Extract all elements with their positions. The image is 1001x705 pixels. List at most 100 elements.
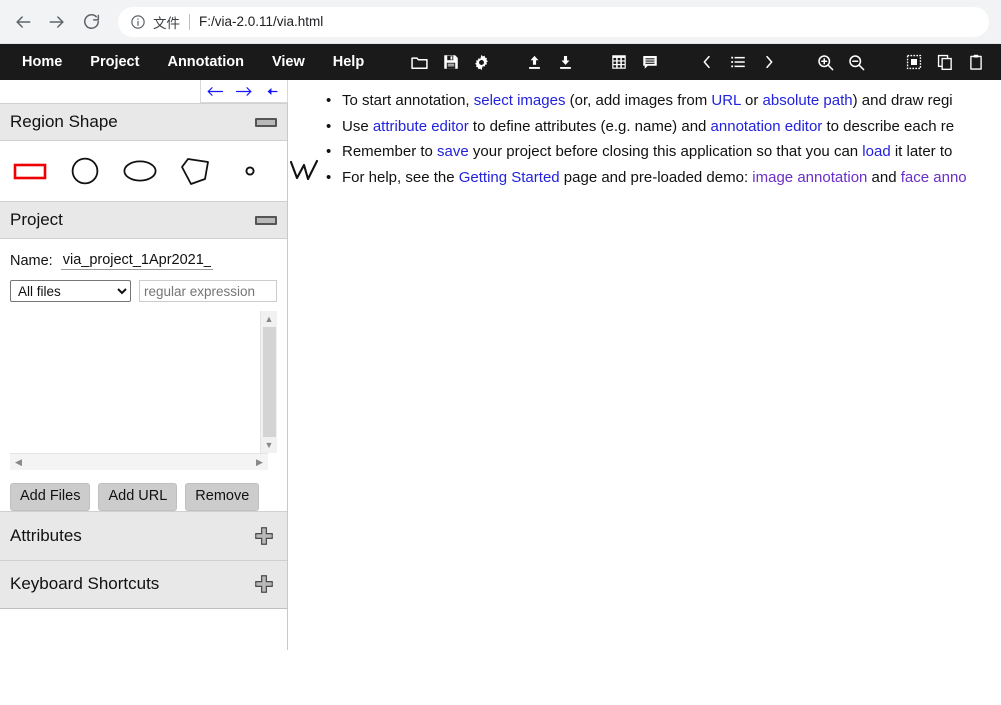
message-link[interactable]: absolute path	[763, 92, 853, 109]
region-shape-title: Region Shape	[10, 112, 118, 131]
open-project-icon	[411, 56, 428, 69]
forward-button[interactable]	[42, 7, 72, 37]
vertical-scroll-thumb[interactable]	[263, 327, 276, 437]
paste-regions-button[interactable]	[963, 50, 988, 75]
paste-regions-icon	[969, 54, 982, 70]
add-url-button[interactable]: Add URL	[98, 483, 178, 511]
polyline-shape-button[interactable]	[285, 151, 325, 191]
project-title: Project	[10, 210, 63, 229]
regex-filter-input[interactable]	[139, 280, 277, 302]
region-shape-collapse-toggle[interactable]	[255, 117, 277, 127]
message-text: (or, add images from	[565, 92, 712, 109]
message-text: it later to	[890, 143, 953, 160]
file-list-vertical-scrollbar[interactable]: ▲ ▼	[260, 311, 277, 453]
keyboard-shortcuts-header[interactable]: Keyboard Shortcuts	[0, 559, 287, 609]
keyboard-shortcuts-add-button[interactable]	[253, 573, 275, 595]
message-link[interactable]: select images	[474, 92, 566, 109]
panel-nav-bar	[200, 80, 288, 103]
import-annotations-button[interactable]	[522, 50, 547, 75]
address-bar[interactable]: 文件 F:/via-2.0.11/via.html	[118, 6, 989, 37]
file-list-area: ▲ ▼ ◀ ▶	[10, 311, 277, 470]
keyboard-shortcuts-title: Keyboard Shortcuts	[10, 574, 160, 594]
scroll-left-arrow-icon[interactable]: ◀	[10, 454, 27, 471]
select-all-regions-icon	[906, 54, 921, 70]
omnibox-divider	[189, 13, 190, 30]
panel-prev-icon	[207, 86, 224, 96]
message-link[interactable]: URL	[711, 92, 740, 109]
attributes-header[interactable]: Attributes	[0, 510, 287, 560]
zoom-in-button[interactable]	[813, 50, 838, 75]
select-all-regions-button[interactable]	[901, 50, 926, 75]
next-image-icon	[765, 55, 773, 69]
point-shape-icon	[245, 166, 255, 176]
menu-annotation[interactable]: Annotation	[153, 44, 258, 80]
paste-n-button[interactable]: n	[994, 50, 1001, 75]
reload-button[interactable]	[76, 7, 106, 37]
add-files-button[interactable]: Add Files	[10, 483, 91, 511]
app-menubar: Home Project Annotation View Help	[0, 44, 1001, 80]
zoom-out-icon	[849, 54, 865, 70]
prev-image-button[interactable]	[694, 50, 719, 75]
panel-next-button[interactable]	[233, 82, 255, 100]
scroll-down-arrow-icon[interactable]: ▼	[261, 437, 278, 453]
message-link-visited[interactable]: image annotation	[752, 169, 867, 186]
polygon-shape-button[interactable]	[175, 151, 215, 191]
project-header[interactable]: Project	[0, 201, 287, 239]
file-list-horizontal-scrollbar[interactable]: ◀ ▶	[10, 453, 268, 470]
ellipse-shape-button[interactable]	[120, 151, 160, 191]
menu-view[interactable]: View	[258, 44, 319, 80]
plus-icon	[255, 527, 273, 545]
image-list-icon	[730, 56, 745, 68]
project-collapse-toggle[interactable]	[255, 215, 277, 225]
zoom-out-button[interactable]	[844, 50, 869, 75]
remove-files-button[interactable]: Remove	[185, 483, 260, 511]
back-button[interactable]	[8, 7, 38, 37]
zoom-in-icon	[818, 54, 834, 70]
next-image-button[interactable]	[756, 50, 781, 75]
image-list-button[interactable]	[725, 50, 750, 75]
message-link[interactable]: attribute editor	[373, 118, 469, 135]
file-list[interactable]	[10, 311, 268, 453]
region-comment-button[interactable]	[637, 50, 662, 75]
message-link[interactable]: Getting Started	[459, 169, 560, 186]
copy-regions-icon	[937, 54, 952, 71]
region-shape-header[interactable]: Region Shape	[0, 103, 287, 141]
circle-shape-icon	[71, 157, 99, 185]
panel-collapse-button[interactable]	[262, 82, 284, 100]
toolbar-nav-group	[691, 50, 784, 75]
message-link-visited[interactable]: face anno	[901, 169, 967, 186]
message-text: To start annotation,	[342, 92, 474, 109]
info-circle-icon	[130, 14, 146, 30]
copy-regions-button[interactable]	[932, 50, 957, 75]
export-annotations-button[interactable]	[553, 50, 578, 75]
grid-view-button[interactable]	[606, 50, 631, 75]
message-text: Use	[342, 117, 373, 135]
message-item: For help, see the Getting Started page a…	[326, 165, 1001, 191]
settings-button[interactable]	[469, 50, 494, 75]
file-filter-select[interactable]: All files	[10, 280, 131, 302]
circle-shape-button[interactable]	[65, 151, 105, 191]
point-shape-button[interactable]	[230, 151, 270, 191]
menu-home[interactable]: Home	[8, 44, 76, 80]
rect-shape-button[interactable]	[10, 151, 50, 191]
menu-help[interactable]: Help	[319, 44, 378, 80]
scroll-right-arrow-icon[interactable]: ▶	[251, 454, 268, 471]
settings-gear-icon	[475, 54, 489, 70]
open-project-button[interactable]	[407, 50, 432, 75]
save-project-button[interactable]	[438, 50, 463, 75]
comment-icon	[642, 56, 657, 69]
message-link[interactable]: save	[437, 143, 469, 160]
url-text: F:/via-2.0.11/via.html	[199, 14, 324, 29]
project-name-input[interactable]	[60, 251, 213, 270]
attributes-add-button[interactable]	[253, 525, 275, 547]
project-name-row: Name:	[0, 239, 287, 270]
message-link[interactable]: annotation editor	[711, 118, 823, 135]
message-link[interactable]: load	[862, 143, 890, 160]
region-shape-toolbar	[0, 141, 319, 201]
panel-prev-button[interactable]	[204, 82, 226, 100]
message-text: For help, see the	[342, 168, 459, 186]
toolbar-transfer-group	[519, 50, 581, 75]
menu-project[interactable]: Project	[76, 44, 153, 80]
export-annotations-icon	[560, 55, 572, 69]
scroll-up-arrow-icon[interactable]: ▲	[261, 311, 278, 327]
